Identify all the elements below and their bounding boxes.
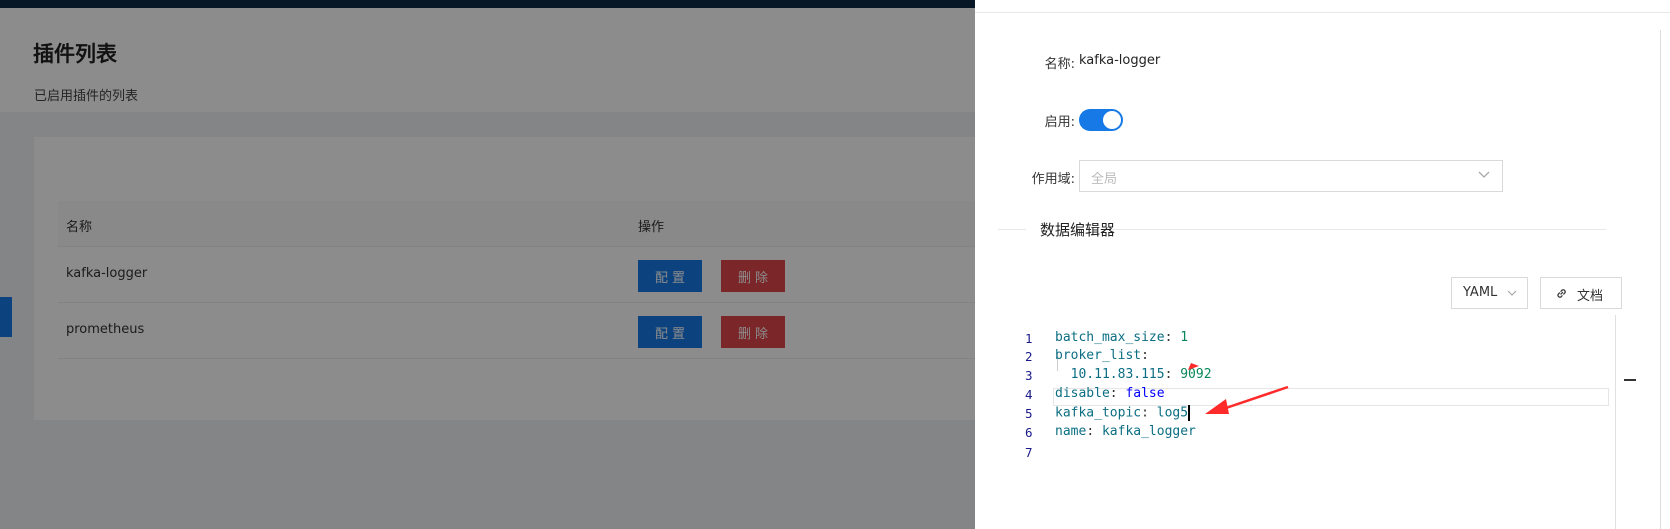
annotation-arrows — [1188, 363, 1289, 414]
annotation-arrow-small — [1188, 363, 1199, 370]
annotation-arrow-large — [1205, 385, 1289, 414]
